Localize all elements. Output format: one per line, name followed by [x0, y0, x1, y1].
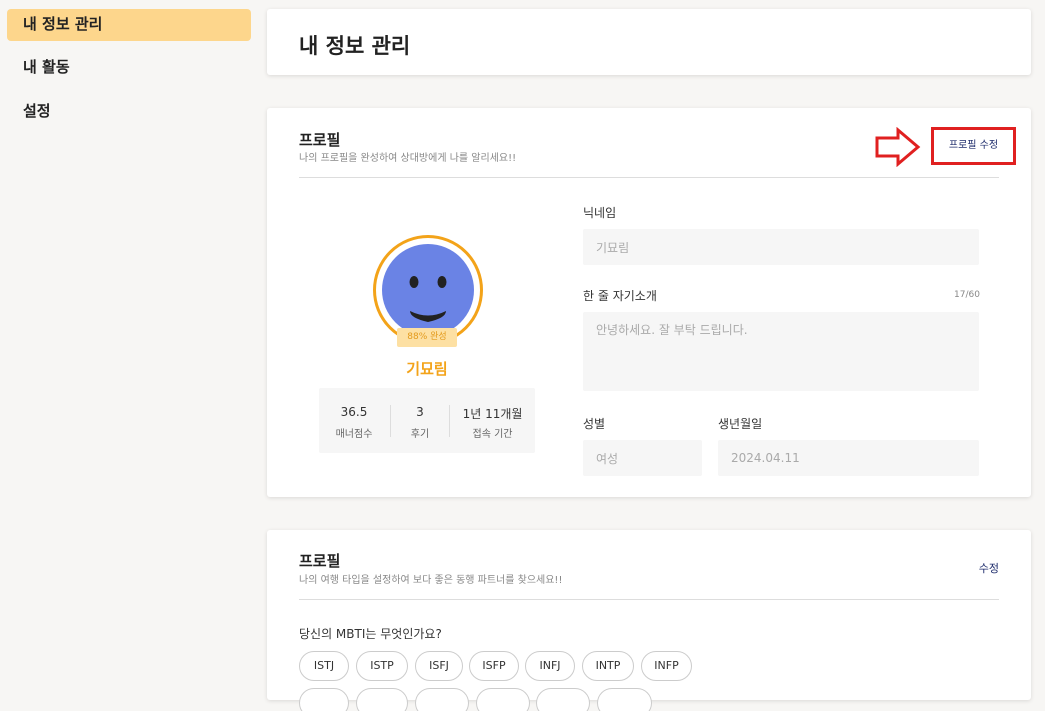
profile-section-subtitle: 나의 프로필을 완성하여 상대방에게 나를 알리세요!!	[299, 153, 517, 164]
mbti-chip-istp[interactable]: ISTP	[356, 651, 408, 681]
mbti-chip[interactable]	[356, 688, 408, 711]
stat-reviews: 3 후기	[410, 405, 430, 440]
arrow-right-icon	[875, 127, 921, 167]
gender-field[interactable]	[583, 440, 702, 476]
birthdate-field[interactable]	[718, 440, 979, 476]
divider	[299, 177, 999, 178]
mbti-chip-istj[interactable]: ISTJ	[299, 651, 349, 681]
stats-panel: 36.5 매너점수 3 후기 1년 11개월 접속 기간	[319, 388, 535, 453]
stat-manner-score: 36.5 매너점수	[335, 405, 373, 440]
intro-textarea[interactable]: 안녕하세요. 잘 부탁 드립니다.	[583, 312, 979, 391]
intro-label: 한 줄 자기소개	[583, 289, 657, 303]
nickname-label: 닉네임	[583, 206, 617, 220]
mbti-chip[interactable]	[597, 688, 652, 711]
mbti-chip[interactable]	[299, 688, 349, 711]
profile-card: 프로필 나의 프로필을 완성하여 상대방에게 나를 알리세요!! 프로필 수정 …	[267, 108, 1031, 497]
travel-section-subtitle: 나의 여행 타입을 설정하여 보다 좋은 동행 파트너를 찾으세요!!	[299, 575, 563, 586]
sidebar: 내 정보 관리 내 활동 설정	[0, 0, 258, 711]
birthdate-label: 생년월일	[718, 417, 763, 431]
mbti-question: 당신의 MBTI는 무엇인가요?	[299, 627, 442, 641]
mbti-chip-intp[interactable]: INTP	[582, 651, 634, 681]
mbti-chip-isfj[interactable]: ISFJ	[415, 651, 463, 681]
header-card: 내 정보 관리	[267, 9, 1031, 75]
mbti-chip-isfp[interactable]: ISFP	[469, 651, 519, 681]
mbti-chip[interactable]	[476, 688, 530, 711]
mbti-chip-infp[interactable]: INFP	[641, 651, 692, 681]
sidebar-item-my-activity[interactable]: 내 활동	[7, 52, 251, 84]
travel-type-card: 프로필 나의 여행 타입을 설정하여 보다 좋은 동행 파트너를 찾으세요!! …	[267, 530, 1031, 711]
gender-label: 성별	[583, 417, 606, 431]
nickname-field[interactable]	[583, 229, 979, 265]
mbti-chip[interactable]	[536, 688, 590, 711]
profile-section-title: 프로필	[299, 131, 341, 149]
completion-badge: 88% 완성	[397, 328, 457, 347]
sidebar-item-my-info[interactable]: 내 정보 관리	[7, 9, 251, 41]
divider	[299, 599, 999, 600]
edit-travel-button[interactable]: 수정	[979, 560, 999, 576]
page-title: 내 정보 관리	[299, 34, 411, 58]
edit-profile-button[interactable]: 프로필 수정	[931, 127, 1016, 165]
smiley-face-icon	[382, 244, 474, 336]
sidebar-item-settings[interactable]: 설정	[7, 96, 251, 128]
travel-section-title: 프로필	[299, 552, 341, 570]
profile-nickname: 기묘림	[406, 360, 448, 378]
intro-char-counter: 17/60	[954, 290, 980, 300]
stat-access-period: 1년 11개월 접속 기간	[462, 407, 523, 440]
mbti-chip[interactable]	[415, 688, 469, 711]
mbti-chip-infj[interactable]: INFJ	[525, 651, 575, 681]
